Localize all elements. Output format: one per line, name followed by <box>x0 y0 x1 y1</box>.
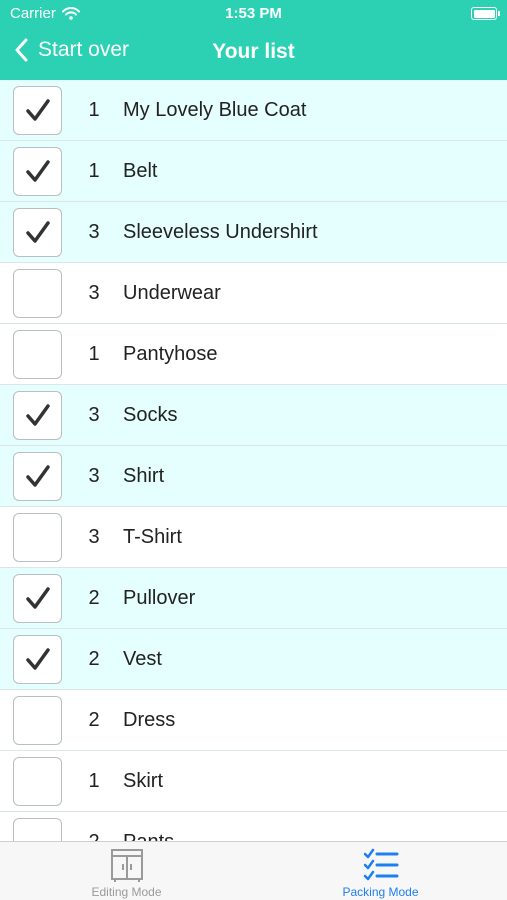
list-item[interactable]: 1 My Lovely Blue Coat <box>0 80 507 141</box>
item-name: Belt <box>123 159 158 182</box>
tab-editing-mode-label: Editing Mode <box>91 885 162 899</box>
checklist-icon <box>363 848 398 881</box>
item-name: Dress <box>123 708 176 731</box>
tab-packing-mode-label: Packing Mode <box>342 885 419 899</box>
checkmark-icon <box>25 98 50 121</box>
list-item[interactable]: 1 Pantyhose <box>0 324 507 385</box>
item-checkbox[interactable] <box>13 86 62 135</box>
item-name: T-Shirt <box>123 525 182 548</box>
item-name: Pullover <box>123 586 196 609</box>
list-item[interactable]: 3 Sleeveless Undershirt <box>0 202 507 263</box>
item-quantity: 3 <box>88 403 100 426</box>
item-checkbox[interactable] <box>13 757 62 806</box>
item-quantity: 3 <box>88 464 100 487</box>
item-checkbox[interactable] <box>13 147 62 196</box>
item-checkbox[interactable] <box>13 452 62 501</box>
item-name: Vest <box>123 647 162 670</box>
item-quantity: 2 <box>84 831 104 842</box>
item-name: Pantyhose <box>123 342 218 365</box>
checkmark-icon <box>25 220 50 243</box>
item-quantity: 3 <box>88 281 100 304</box>
tab-bar: Editing Mode Packing Mode <box>0 841 507 900</box>
item-name: My Lovely Blue Coat <box>123 98 307 121</box>
tab-packing-mode[interactable]: Packing Mode <box>254 842 507 900</box>
list-item[interactable]: 2 Pullover <box>0 568 507 629</box>
list-item[interactable]: 1 Belt <box>0 141 507 202</box>
item-name: Skirt <box>123 769 163 792</box>
item-name: Pants <box>123 831 174 842</box>
list-item[interactable]: 3 Socks <box>0 385 507 446</box>
item-name: Socks <box>123 403 178 426</box>
checkmark-icon <box>25 647 50 670</box>
list-item[interactable]: 3 Underwear <box>0 263 507 324</box>
item-checkbox[interactable] <box>13 818 62 841</box>
nav-header: Carrier 1:53 PM Start over Your list <box>0 0 507 80</box>
item-quantity: 1 <box>88 342 100 365</box>
checkmark-icon <box>25 403 50 426</box>
tab-editing-mode[interactable]: Editing Mode <box>0 842 253 900</box>
list-item[interactable]: 2 Dress <box>0 690 507 751</box>
item-quantity: 2 <box>88 647 100 670</box>
list-item[interactable]: 2 Vest <box>0 629 507 690</box>
item-checkbox[interactable] <box>13 696 62 745</box>
item-quantity: 1 <box>88 769 100 792</box>
list-item[interactable]: 3 Shirt <box>0 446 507 507</box>
item-checkbox[interactable] <box>13 391 62 440</box>
item-checkbox[interactable] <box>13 208 62 257</box>
list-item[interactable]: 1 Skirt <box>0 751 507 812</box>
item-quantity: 2 <box>88 586 100 609</box>
checkmark-icon <box>25 464 50 487</box>
page-title: Your list <box>212 40 295 63</box>
item-checkbox[interactable] <box>13 269 62 318</box>
item-name: Sleeveless Undershirt <box>123 220 318 243</box>
item-checkbox[interactable] <box>13 574 62 623</box>
item-checkbox[interactable] <box>13 635 62 684</box>
checkmark-icon <box>25 586 50 609</box>
list-item[interactable]: 2 Pants <box>0 812 507 841</box>
wardrobe-icon <box>110 849 143 882</box>
item-quantity: 1 <box>88 159 100 182</box>
item-checkbox[interactable] <box>13 330 62 379</box>
item-checkbox[interactable] <box>13 513 62 562</box>
item-quantity: 3 <box>88 525 100 548</box>
item-quantity: 3 <box>88 220 100 243</box>
item-quantity: 2 <box>88 708 100 731</box>
battery-icon <box>471 7 500 20</box>
status-time: 1:53 PM <box>225 5 282 22</box>
packing-list: 1 My Lovely Blue Coat 1 Belt 3 Sleeveless Und… <box>0 80 507 841</box>
item-name: Shirt <box>123 464 165 487</box>
item-name: Underwear <box>123 281 221 304</box>
list-item[interactable]: 3 T-Shirt <box>0 507 507 568</box>
checkmark-icon <box>25 159 50 182</box>
status-bar: Carrier 1:53 PM <box>0 0 507 28</box>
item-quantity: 1 <box>88 98 100 121</box>
